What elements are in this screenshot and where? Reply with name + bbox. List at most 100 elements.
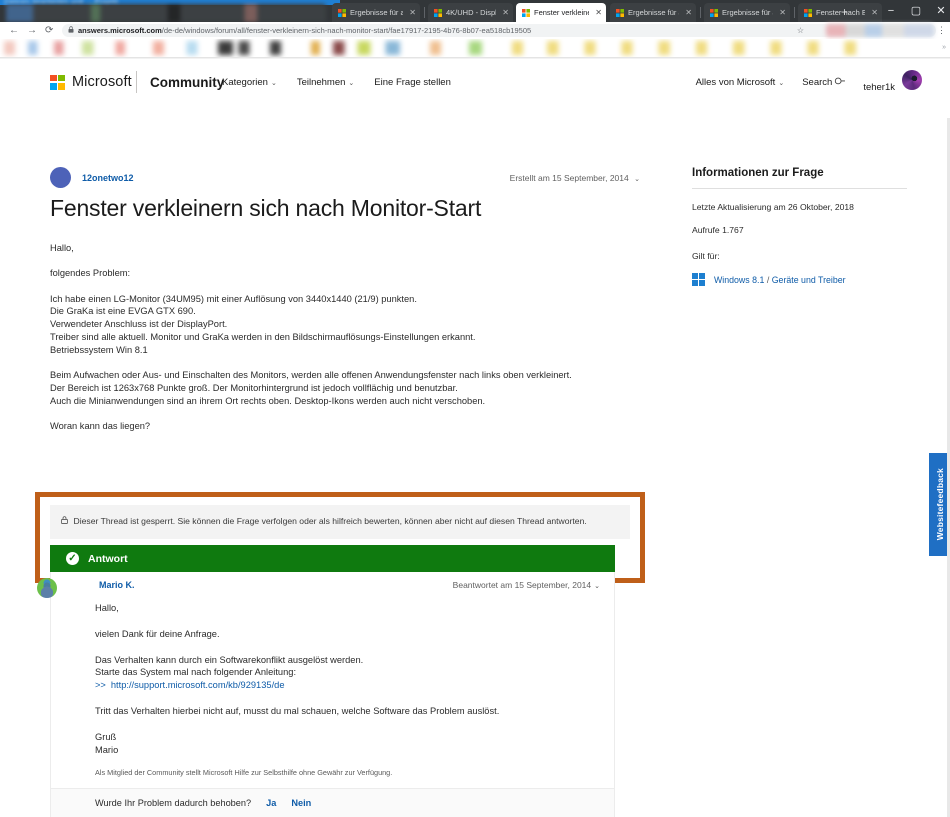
bookmarks-bar[interactable]: » xyxy=(0,39,950,58)
browser-tab-4[interactable]: Ergebnisse für alle ✕ xyxy=(610,3,696,22)
chevron-down-icon: ⌄ xyxy=(778,79,785,87)
sidebar-tag-link[interactable]: Windows 8.1 / Geräte und Treiber xyxy=(714,275,846,285)
locked-thread-message: Dieser Thread ist gesperrt. Sie können d… xyxy=(73,516,587,526)
browser-toolbar: ← → ⟳ answers.microsoft.com/de-de/window… xyxy=(0,22,950,39)
browser-tab-2-label: 4K/UHD - Display xyxy=(446,8,497,17)
browser-tab-6[interactable]: Fenster nach Energ ✕ xyxy=(798,3,882,22)
question-paragraph-1: folgendes Problem: xyxy=(50,268,131,279)
website-feedback-label: Websitefeedback xyxy=(934,468,945,541)
browser-tab-4-close-icon[interactable]: ✕ xyxy=(685,8,692,17)
window-minimize-button[interactable]: − xyxy=(880,3,902,19)
sidebar-views: Aufrufe 1.767 xyxy=(692,225,744,235)
site-nav: Kategorien ⌄ Teilnehmen ⌄ Eine Frage stell… xyxy=(222,77,451,88)
browser-tab-3-active[interactable]: Fenster verkleinern ✕ xyxy=(516,3,606,22)
chevron-down-icon: ⌄ xyxy=(634,175,640,183)
answer-paragraph-2: Das Verhalten kann durch ein Softwarekon… xyxy=(95,654,364,665)
answer-banner-label: Antwort xyxy=(88,552,128,565)
question-block: 12onetwo12 Erstellt am 15 September, 201… xyxy=(50,167,640,445)
microsoft-logo[interactable]: Microsoft xyxy=(50,74,132,90)
microsoft-wordmark: Microsoft xyxy=(72,74,132,90)
browser-tab-1[interactable]: Ergebnisse für alle ✕ xyxy=(332,3,420,22)
reload-button-icon[interactable]: ⟳ xyxy=(45,25,53,36)
search-button[interactable]: Search xyxy=(802,76,846,88)
nav-item-kategorien[interactable]: Kategorien ⌄ xyxy=(222,77,277,88)
answer-paragraph-6: Mario xyxy=(95,744,119,755)
browser-tab-5-close-icon[interactable]: ✕ xyxy=(779,8,786,17)
window-close-button[interactable]: ✕ xyxy=(930,3,950,19)
tab-divider xyxy=(794,7,795,18)
page-viewport: Microsoft Community Kategorien ⌄ Teilnehm… xyxy=(0,59,950,817)
sidebar-divider xyxy=(692,188,907,189)
nav-item-eine-frage-stellen[interactable]: Eine Frage stellen xyxy=(374,77,451,88)
forward-button-icon[interactable]: → xyxy=(27,25,37,36)
microsoft-favicon-icon xyxy=(616,8,624,17)
answer-paragraph-3: Starte das System mal nach folgender Anl… xyxy=(95,667,297,678)
address-bar[interactable]: answers.microsoft.com/de-de/windows/foru… xyxy=(62,24,936,37)
question-body: Hallo, folgendes Problem: Ich habe einen… xyxy=(50,242,640,433)
window-maximize-button[interactable]: ▢ xyxy=(905,3,927,19)
new-tab-button[interactable]: + xyxy=(841,6,848,18)
tab-divider xyxy=(700,7,701,18)
browser-tab-2-close-icon[interactable]: ✕ xyxy=(502,8,509,17)
sidebar-title: Informationen zur Frage xyxy=(692,167,824,179)
answer-banner: ✓ Antwort xyxy=(50,545,615,572)
browser-tab-6-close-icon[interactable]: ✕ xyxy=(871,8,878,17)
profile-area-obscured[interactable] xyxy=(826,24,934,37)
lock-icon xyxy=(68,26,74,35)
chevron-down-icon: ⌄ xyxy=(270,79,277,87)
question-paragraph-5: Treiber sind alle aktuell. Monitor und G… xyxy=(50,331,476,342)
answer-date[interactable]: Beantwortet am 15 September, 2014 ⌄ xyxy=(453,580,600,590)
answer-author-name[interactable]: Mario K. xyxy=(99,580,135,590)
question-paragraph-6: Betriebssystem Win 8.1 xyxy=(50,344,148,355)
question-created-date[interactable]: Erstellt am 15 September, 2014 ⌄ xyxy=(510,173,640,183)
user-menu[interactable]: teher1k xyxy=(863,69,922,95)
site-header-right: Alles von Microsoft ⌄ Search teher1k xyxy=(696,69,922,95)
answer-feedback-question: Wurde Ihr Problem dadurch behoben? xyxy=(95,798,252,809)
nav-item-teilnehmen-label: Teilnehmen xyxy=(296,76,346,88)
microsoft-logo-icon xyxy=(50,74,65,90)
avatar[interactable] xyxy=(902,69,922,90)
all-microsoft-menu[interactable]: Alles von Microsoft ⌄ xyxy=(696,77,785,88)
browser-window: Dateien bearbeiten und ... Projekt Ergeb… xyxy=(0,0,950,817)
obscured-tabs-group[interactable] xyxy=(6,4,326,22)
answer-date-label: Beantwortet am 15 September, 2014 xyxy=(452,580,592,590)
microsoft-favicon-icon xyxy=(434,8,442,17)
microsoft-favicon-icon xyxy=(710,8,718,17)
support-kb-link[interactable]: http://support.microsoft.com/kb/929135/d… xyxy=(111,680,285,690)
question-paragraph-3: Die GraKa ist eine EVGA GTX 690. xyxy=(50,306,196,317)
sidebar-tag-category: Geräte und Treiber xyxy=(771,274,846,285)
bookmarks-overflow-icon[interactable]: » xyxy=(942,44,946,51)
question-paragraph-8: Der Bereich ist 1263x768 Punkte groß. De… xyxy=(50,382,458,393)
question-meta: 12onetwo12 Erstellt am 15 September, 201… xyxy=(50,167,640,188)
browser-tab-3-close-icon[interactable]: ✕ xyxy=(595,8,602,17)
community-title[interactable]: Community xyxy=(150,75,224,90)
bookmark-star-icon[interactable]: ☆ xyxy=(797,26,804,35)
browser-tab-2[interactable]: 4K/UHD - Display ✕ xyxy=(428,3,513,22)
browser-tab-5[interactable]: Ergebnisse für alle ✕ xyxy=(704,3,790,22)
question-created-label: Erstellt am 15 September, 2014 xyxy=(509,172,629,183)
browser-tab-3-label: Fenster verkleinern xyxy=(534,8,589,17)
link-prefix: >> xyxy=(95,680,106,691)
nav-item-teilnehmen[interactable]: Teilnehmen ⌄ xyxy=(297,77,354,88)
avatar[interactable] xyxy=(50,167,71,188)
browser-tab-1-close-icon[interactable]: ✕ xyxy=(409,8,416,17)
url-text: answers.microsoft.com/de-de/windows/foru… xyxy=(78,26,531,35)
page-content: 12onetwo12 Erstellt am 15 September, 201… xyxy=(0,105,950,817)
browser-tab-strip: Dateien bearbeiten und ... Projekt Ergeb… xyxy=(0,0,950,22)
question-paragraph-4: Verwendeter Anschluss ist der DisplayPor… xyxy=(50,319,228,330)
question-paragraph-0: Hallo, xyxy=(50,243,74,253)
all-microsoft-label: Alles von Microsoft xyxy=(695,76,776,88)
answer-feedback-no-button[interactable]: Nein xyxy=(291,798,311,808)
question-author-name[interactable]: 12onetwo12 xyxy=(82,173,134,183)
answer-feedback-bar: Wurde Ihr Problem dadurch behoben? Ja Ne… xyxy=(51,788,614,817)
nav-item-kategorien-label: Kategorien xyxy=(222,76,268,88)
back-button-icon[interactable]: ← xyxy=(9,25,19,36)
answer-body: Mario K. Beantwortet am 15 September, 20… xyxy=(37,572,615,817)
bookmark-items-obscured[interactable] xyxy=(4,41,934,55)
avatar[interactable] xyxy=(37,578,57,598)
sidebar-product-tag[interactable]: Windows 8.1 / Geräte und Treiber xyxy=(692,273,907,286)
browser-menu-icon[interactable]: ⋮ xyxy=(937,25,946,36)
answer-feedback-yes-button[interactable]: Ja xyxy=(266,798,276,808)
sidebar-applies-to-label: Gilt für: xyxy=(692,251,720,261)
question-paragraph-10: Woran kann das liegen? xyxy=(50,420,151,431)
